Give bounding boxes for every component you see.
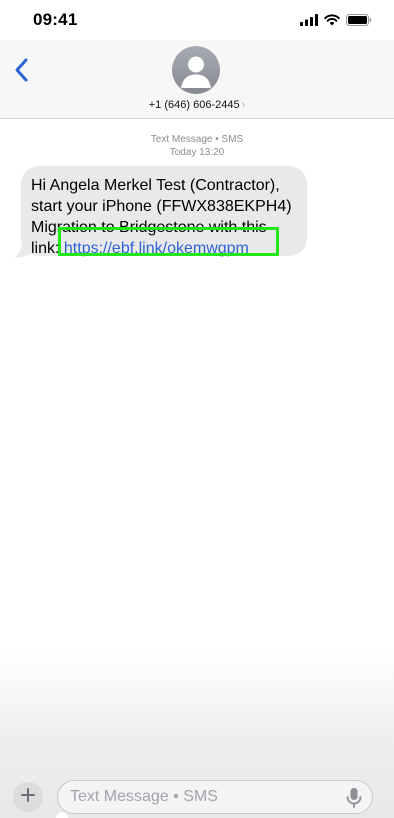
messages-screen: 09:41 +1 (646) 606-2445 › Text Message •… xyxy=(0,0,394,818)
avatar[interactable] xyxy=(172,46,220,94)
status-icons xyxy=(300,13,372,31)
signal-bars-icon xyxy=(300,13,318,31)
message-line: Migration to Bridgestone with this xyxy=(31,219,267,236)
message-link-line: link: https://ebf.link/okemwgpm xyxy=(31,238,297,259)
chevron-left-icon xyxy=(11,58,35,88)
service-label: Text Message • SMS xyxy=(150,134,244,145)
dictation-button[interactable] xyxy=(345,787,363,809)
conversation-header: +1 (646) 606-2445 › xyxy=(0,40,394,119)
back-button[interactable] xyxy=(11,56,35,84)
status-time: 09:41 xyxy=(33,10,78,29)
contact-number[interactable]: +1 (646) 606-2445 › xyxy=(0,99,394,111)
home-indicator xyxy=(56,812,68,818)
person-icon xyxy=(172,56,220,94)
message-line: Hi Angela Merkel Test (Contractor), xyxy=(31,177,280,194)
microphone-icon xyxy=(345,788,363,813)
wifi-icon xyxy=(324,13,340,31)
message-bubble[interactable]: Hi Angela Merkel Test (Contractor), star… xyxy=(21,166,307,259)
apps-plus-button[interactable] xyxy=(13,782,43,812)
message-line: start your iPhone (FFWX838EKPH4) xyxy=(31,198,292,215)
battery-icon xyxy=(346,13,372,31)
message-timestamp: Today 13:20 xyxy=(169,147,225,158)
link-prefix: link: xyxy=(31,240,60,257)
message-link[interactable]: https://ebf.link/okemwgpm xyxy=(64,240,249,257)
conversation-meta: Text Message • SMS Today 13:20 xyxy=(0,133,394,159)
plus-icon xyxy=(20,787,36,808)
chevron-right-icon: › xyxy=(241,99,246,111)
contact-number-label: +1 (646) 606-2445 xyxy=(148,99,240,111)
message-input[interactable] xyxy=(57,780,373,814)
status-bar: 09:41 xyxy=(0,0,394,40)
